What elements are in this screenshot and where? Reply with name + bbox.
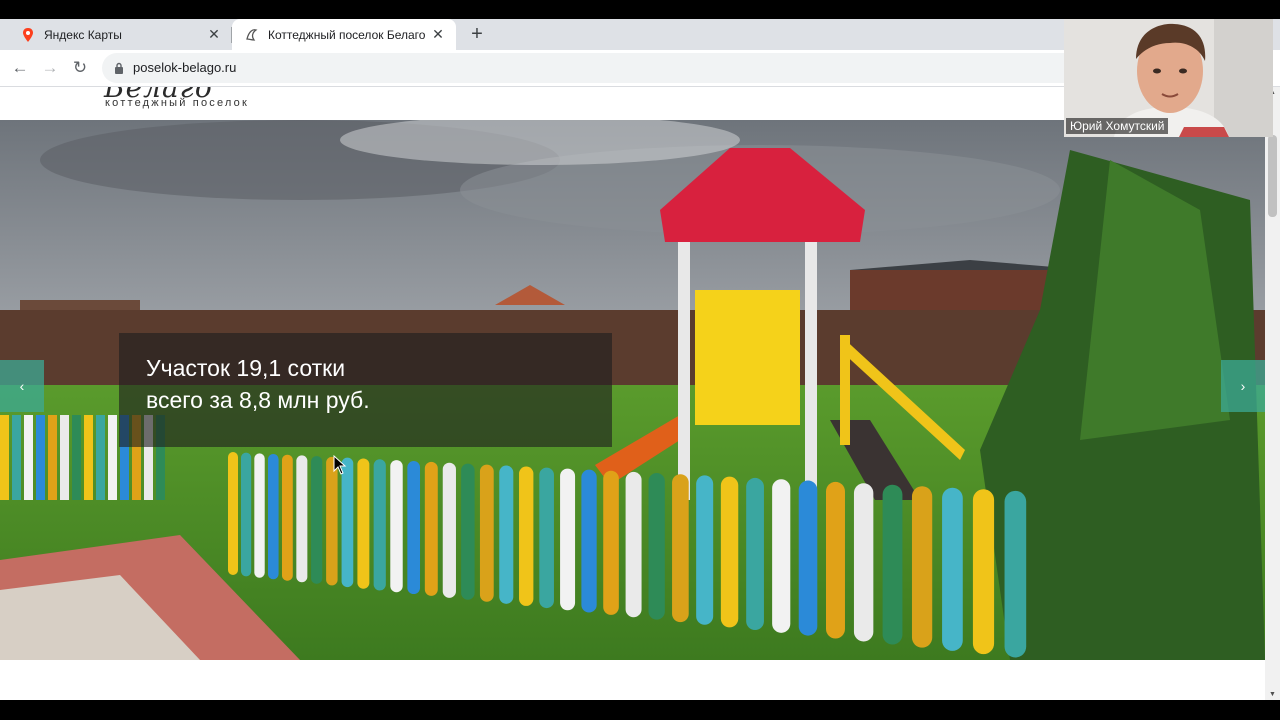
fence-picket: [798, 480, 818, 636]
fence-picket: [696, 475, 714, 625]
fence-picket: [911, 486, 933, 648]
fence-picket: [296, 455, 308, 583]
back-arrow-icon[interactable]: ←: [10, 58, 30, 78]
fence-picket: [228, 452, 238, 575]
map-pin-icon: [20, 27, 36, 43]
fence-picket: [311, 456, 323, 584]
slide-caption-line2: всего за 8,8 млн руб.: [146, 387, 370, 413]
tab-belago[interactable]: Коттеджный поселок Белаго - у ✕: [232, 19, 456, 50]
fence-picket: [341, 457, 354, 588]
fence-picket: [267, 453, 279, 580]
scroll-down-arrow-icon[interactable]: ▼: [1269, 691, 1276, 698]
screen-top-border: [0, 0, 1280, 19]
screen-bottom-border: [0, 700, 1280, 720]
participant-name-label: Юрий Хомутский: [1066, 118, 1169, 134]
slider-next-button[interactable]: ›: [1221, 360, 1265, 412]
fence-picket: [479, 464, 494, 602]
fence-picket: [241, 452, 252, 577]
fence-picket: [407, 460, 421, 595]
fence-picket: [625, 471, 642, 618]
slider-prev-button[interactable]: ‹: [0, 360, 44, 412]
fence-picket: [281, 454, 293, 581]
fence-picket: [1004, 490, 1027, 658]
reload-icon[interactable]: ↻: [70, 58, 90, 78]
scrollbar-thumb[interactable]: [1268, 135, 1277, 217]
video-call-thumbnail: Юрий Хомутский: [1064, 19, 1273, 137]
fence-picket: [581, 469, 597, 613]
fence-picket: [254, 453, 265, 578]
fence-picket: [772, 479, 791, 633]
fence-picket: [519, 466, 534, 606]
fence-picket: [648, 473, 665, 620]
tab-title: Коттеджный поселок Белаго - у: [268, 27, 428, 42]
fence-picket: [357, 458, 370, 589]
close-icon[interactable]: ✕: [428, 26, 448, 43]
site-logo-subtitle: коттеджный поселок: [105, 97, 249, 109]
fence-picket: [424, 461, 438, 596]
address-bar[interactable]: poselok-belago.ru: [102, 53, 1222, 83]
hero-slider: Участок 19,1 сотки всего за 8,8 млн руб.…: [0, 120, 1265, 660]
fence-picket: [461, 463, 475, 600]
fence-picket: [499, 465, 514, 604]
fence-picket: [373, 459, 386, 591]
belago-logo-icon: [244, 27, 260, 43]
new-tab-button[interactable]: +: [466, 23, 488, 45]
fence-picket: [882, 484, 903, 645]
tab-yandex-maps[interactable]: Яндекс Карты ✕: [8, 19, 232, 50]
fence-picket: [326, 456, 338, 586]
fence-picket: [539, 467, 554, 609]
close-icon[interactable]: ✕: [204, 26, 224, 43]
url-text: poselok-belago.ru: [133, 60, 237, 75]
lock-icon: [114, 61, 124, 74]
mouse-cursor-icon: [333, 455, 347, 475]
fence-picket: [442, 462, 456, 598]
fence-picket: [672, 474, 689, 623]
forward-arrow-icon[interactable]: →: [40, 58, 60, 78]
fence-picket: [853, 483, 874, 642]
fence-picket: [720, 476, 739, 628]
page-scrollbar[interactable]: ▲ ▼: [1265, 87, 1280, 700]
fence-picket: [390, 460, 403, 593]
slide-caption-line1: Участок 19,1 сотки: [146, 355, 346, 381]
fence-picket: [942, 487, 963, 651]
fence-picket: [826, 481, 845, 639]
fence-picket: [972, 489, 995, 655]
tab-title: Яндекс Карты: [44, 27, 122, 42]
fence-picket: [746, 477, 764, 631]
fence-picket: [603, 470, 619, 615]
fence-picket: [560, 468, 576, 611]
website-viewport: Белаго коттеджный поселок Участок 19,1 с…: [0, 87, 1265, 700]
